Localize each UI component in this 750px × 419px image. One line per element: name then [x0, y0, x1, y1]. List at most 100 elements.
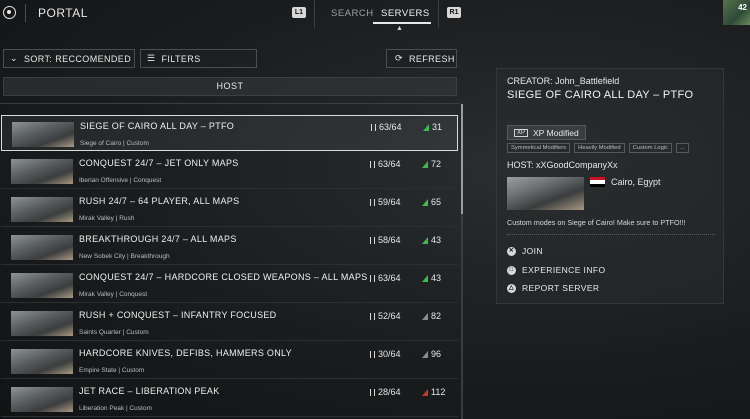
ping-signal-icon [422, 313, 428, 320]
l1-button-icon[interactable]: L1 [292, 7, 306, 18]
cross-button-icon: ✕ [507, 246, 516, 256]
tab-servers[interactable]: SERVERS [381, 8, 430, 19]
server-row[interactable]: BREAKTHROUGH 24/7 – ALL MAPS New Sobek C… [1, 229, 458, 265]
server-map-mode: Mirak Valley | Conquest [79, 291, 148, 298]
server-name: SIEGE OF CAIRO ALL DAY – PTFO [80, 121, 235, 131]
server-map-mode: Iberian Offensive | Conquest [79, 177, 162, 184]
sort-label: SORT: RECCOMENDED [23, 53, 132, 64]
server-list: SIEGE OF CAIRO ALL DAY – PTFO Siege of C… [0, 103, 462, 419]
portal-logo-icon [3, 6, 16, 19]
player-count: 30/64 [370, 349, 401, 359]
divider [25, 4, 26, 22]
server-description: Custom modes on Siege of Cairo! Make sur… [507, 218, 686, 227]
ping: 43 [422, 235, 441, 245]
filters-button[interactable]: ☰ FILTERS [140, 49, 257, 68]
server-row[interactable]: RUSH + CONQUEST – INFANTRY FOCUSED Saint… [1, 305, 458, 341]
player-count: 58/64 [370, 235, 401, 245]
xp-modified-badge: XP XP Modified [507, 125, 586, 140]
host-column-header[interactable]: HOST [3, 77, 457, 96]
tab-search[interactable]: SEARCH [331, 8, 374, 19]
r1-button-icon[interactable]: R1 [447, 7, 461, 18]
server-detail-panel: CREATOR: John_Battlefield SIEGE OF CAIRO… [496, 68, 724, 304]
ping: 82 [422, 311, 441, 321]
experience-info-label: EXPERIENCE INFO [522, 265, 606, 275]
xp-icon: XP [514, 128, 529, 137]
tag: Custom Logic [628, 143, 673, 153]
players-icon [370, 161, 375, 168]
caret-up-icon: ▲ [396, 25, 403, 32]
ping-signal-icon [422, 275, 428, 282]
players-icon [370, 275, 375, 282]
host-label: HOST: xXGoodCompanyXx [507, 160, 618, 170]
refresh-icon: ⟳ [395, 53, 403, 63]
server-name: CONQUEST 24/7 – JET ONLY MAPS [79, 158, 239, 168]
avatar[interactable]: 42 [723, 0, 750, 25]
player-count: 63/64 [371, 122, 402, 132]
server-name: BREAKTHROUGH 24/7 – ALL MAPS [79, 234, 237, 244]
server-map-mode: New Sobek City | Breakthrough [79, 253, 170, 260]
server-name: CONQUEST 24/7 – HARDCORE CLOSED WEAPONS … [79, 272, 368, 282]
server-row[interactable]: CONQUEST 24/7 – HARDCORE CLOSED WEAPONS … [1, 267, 458, 303]
server-row[interactable]: HARDCORE KNIVES, DEFIBS, HAMMERS ONLY Em… [1, 343, 458, 379]
creator-label: CREATOR: John_Battlefield [507, 76, 620, 86]
server-row[interactable]: CONQUEST 24/7 – JET ONLY MAPS Iberian Of… [1, 153, 458, 189]
divider [314, 0, 315, 28]
server-row[interactable]: JET RACE – LIBERATION PEAK Liberation Pe… [1, 381, 458, 417]
players-icon [370, 237, 375, 244]
map-thumbnail [11, 387, 73, 412]
refresh-button[interactable]: ⟳ REFRESH [386, 49, 457, 68]
ping-signal-icon [422, 161, 428, 168]
map-thumbnail [11, 197, 73, 222]
divider [507, 234, 715, 235]
map-thumbnail [12, 122, 74, 147]
players-icon [370, 389, 375, 396]
ping: 65 [422, 197, 441, 207]
chevron-down-icon: ⌄ [10, 53, 18, 63]
active-tab-indicator [373, 22, 431, 24]
report-server-label: REPORT SERVER [522, 283, 600, 293]
join-label: JOIN [522, 246, 543, 256]
player-level: 42 [738, 3, 747, 12]
ping: 72 [422, 159, 441, 169]
player-count: 52/64 [370, 311, 401, 321]
tag-more[interactable]: ... [676, 143, 689, 153]
map-thumbnail [11, 159, 73, 184]
player-count: 63/64 [370, 159, 401, 169]
server-map-mode: Saints Quarter | Custom [79, 329, 149, 336]
players-icon [371, 124, 376, 131]
players-icon [370, 351, 375, 358]
map-thumbnail [11, 311, 73, 336]
report-server-button[interactable]: △ REPORT SERVER [507, 283, 599, 293]
ping-signal-icon [422, 351, 428, 358]
server-name: RUSH + CONQUEST – INFANTRY FOCUSED [79, 310, 277, 320]
player-count: 63/64 [370, 273, 401, 283]
ping-signal-icon [422, 199, 428, 206]
server-map-mode: Siege of Cairo | Custom [80, 140, 149, 147]
page-title: PORTAL [38, 6, 88, 20]
egypt-flag-icon [590, 177, 605, 187]
ping-signal-icon [422, 237, 428, 244]
server-row[interactable]: RUSH 24/7 – 64 PLAYER, ALL MAPS Mirak Va… [1, 191, 458, 227]
map-thumbnail [11, 349, 73, 374]
ping: 96 [422, 349, 441, 359]
filters-label: FILTERS [161, 53, 201, 64]
server-map-mode: Mirak Valley | Rush [79, 215, 135, 222]
experience-info-button[interactable]: □ EXPERIENCE INFO [507, 265, 605, 275]
ping: 31 [423, 122, 442, 132]
triangle-button-icon: △ [507, 283, 516, 293]
player-count: 59/64 [370, 197, 401, 207]
players-icon [370, 313, 375, 320]
server-name: RUSH 24/7 – 64 PLAYER, ALL MAPS [79, 196, 240, 206]
scrollbar-thumb[interactable] [461, 104, 463, 214]
tag-list: Symmetical Modifiers Heavily Modified Cu… [507, 143, 689, 153]
server-map-mode: Liberation Peak | Custom [79, 405, 152, 412]
server-row[interactable]: SIEGE OF CAIRO ALL DAY – PTFO Siege of C… [1, 115, 458, 151]
sort-dropdown[interactable]: ⌄ SORT: RECCOMENDED [3, 49, 135, 68]
ping: 112 [422, 387, 445, 397]
player-count: 28/64 [370, 387, 401, 397]
server-map-mode: Empire State | Custom [79, 367, 145, 374]
map-preview-image [507, 177, 584, 210]
xp-label: XP Modified [533, 127, 579, 138]
map-thumbnail [11, 273, 73, 298]
join-button[interactable]: ✕ JOIN [507, 246, 543, 256]
